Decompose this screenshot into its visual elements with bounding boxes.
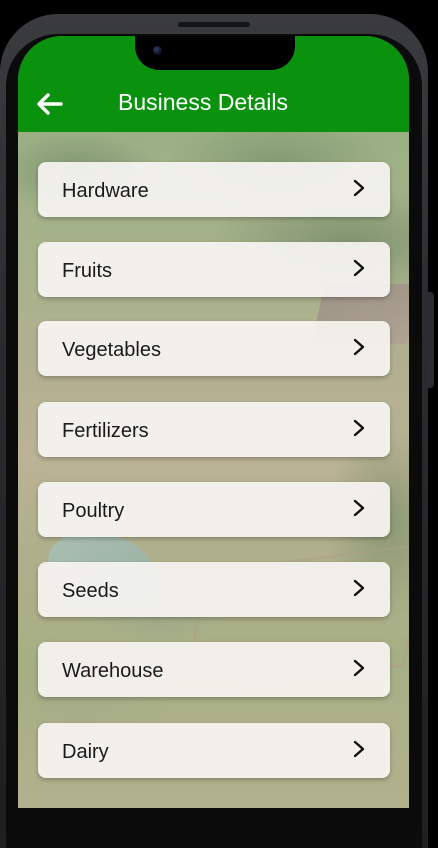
category-label: Poultry xyxy=(62,500,125,522)
category-item-fruits[interactable]: Fruits xyxy=(38,242,390,297)
chevron-right-icon xyxy=(353,499,365,517)
category-label: Hardware xyxy=(62,180,149,202)
chevron-right-icon xyxy=(353,579,365,597)
page-title: Business Details xyxy=(118,89,289,115)
category-item-seeds[interactable]: Seeds xyxy=(38,562,390,617)
category-item-hardware[interactable]: Hardware xyxy=(38,162,390,217)
phone-device: Business Details Hardware Fruits Vegetab… xyxy=(0,0,438,848)
background-overlay xyxy=(18,132,409,808)
chevron-right-icon xyxy=(353,740,365,758)
category-label: Vegetables xyxy=(62,339,161,361)
chevron-right-icon xyxy=(353,659,365,677)
side-button xyxy=(426,292,434,388)
chevron-right-icon xyxy=(353,338,365,356)
chevron-right-icon xyxy=(353,179,365,197)
arrow-left-icon xyxy=(37,93,63,115)
speaker-slit xyxy=(178,22,250,27)
chevron-right-icon xyxy=(353,259,365,277)
category-item-vegetables[interactable]: Vegetables xyxy=(38,321,390,376)
category-label: Warehouse xyxy=(62,660,164,682)
category-label: Fruits xyxy=(62,260,112,282)
category-label: Fertilizers xyxy=(62,420,149,442)
phone-screen: Business Details Hardware Fruits Vegetab… xyxy=(18,36,409,808)
category-label: Dairy xyxy=(62,741,109,763)
front-camera xyxy=(153,46,162,55)
category-item-warehouse[interactable]: Warehouse xyxy=(38,642,390,697)
chevron-right-icon xyxy=(353,419,365,437)
category-label: Seeds xyxy=(62,580,119,602)
category-item-poultry[interactable]: Poultry xyxy=(38,482,390,537)
category-item-dairy[interactable]: Dairy xyxy=(38,723,390,778)
category-item-fertilizers[interactable]: Fertilizers xyxy=(38,402,390,457)
back-button[interactable] xyxy=(34,88,66,120)
